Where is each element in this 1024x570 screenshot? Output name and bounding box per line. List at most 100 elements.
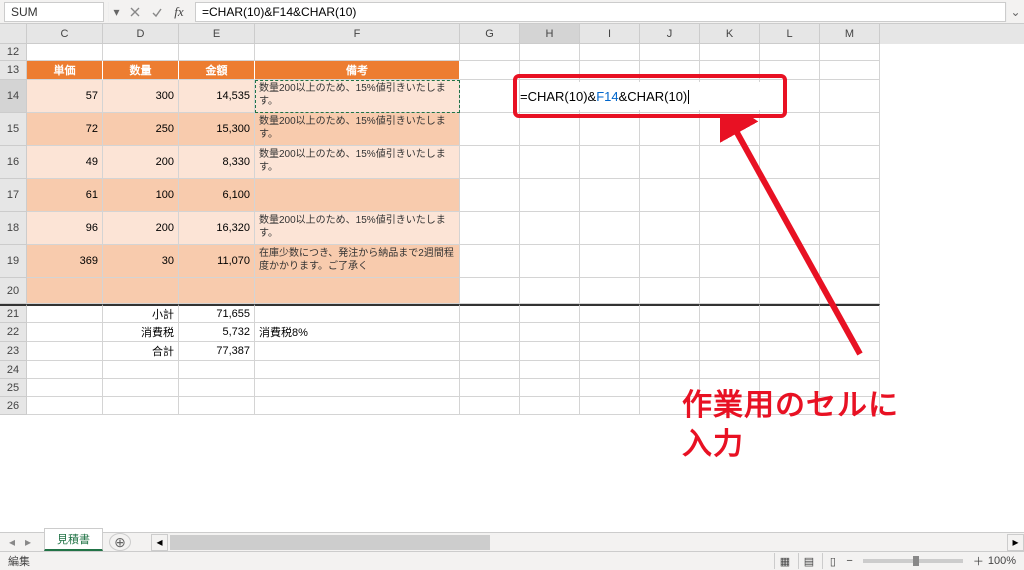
grand-value[interactable]: 77,387 (179, 342, 255, 361)
enter-icon[interactable] (147, 2, 167, 22)
cell[interactable] (820, 113, 880, 146)
zoom-in-button[interactable]: ＋ (973, 553, 984, 569)
tab-next-icon[interactable]: ▸ (20, 534, 36, 550)
cell[interactable] (460, 304, 520, 323)
cell[interactable]: 369 (27, 245, 103, 278)
cell[interactable] (640, 179, 700, 212)
cell[interactable] (255, 361, 460, 379)
row-header-23[interactable]: 23 (0, 342, 27, 361)
cell[interactable] (580, 342, 640, 361)
row-header-24[interactable]: 24 (0, 361, 27, 379)
cell[interactable] (820, 278, 880, 304)
cell[interactable] (760, 304, 820, 323)
cell[interactable] (700, 278, 760, 304)
cell[interactable]: 96 (27, 212, 103, 245)
cell[interactable] (27, 379, 103, 397)
select-all-corner[interactable] (0, 24, 27, 44)
cell[interactable] (700, 61, 760, 80)
cell[interactable] (700, 113, 760, 146)
cell[interactable] (460, 61, 520, 80)
cell[interactable] (700, 323, 760, 342)
col-header-J[interactable]: J (640, 24, 700, 44)
cell[interactable]: 16,320 (179, 212, 255, 245)
row-header-21[interactable]: 21 (0, 304, 27, 323)
cell[interactable]: 15,300 (179, 113, 255, 146)
cell[interactable]: 100 (103, 179, 179, 212)
cell[interactable]: 数量200以上のため、15%値引きいたします。 (255, 113, 460, 146)
cell[interactable] (580, 397, 640, 415)
cell[interactable] (640, 323, 700, 342)
cell[interactable] (255, 179, 460, 212)
cell[interactable] (760, 113, 820, 146)
col-header-L[interactable]: L (760, 24, 820, 44)
cell[interactable] (103, 44, 179, 61)
cell[interactable]: 200 (103, 146, 179, 179)
cell[interactable] (520, 323, 580, 342)
col-header-K[interactable]: K (700, 24, 760, 44)
cell[interactable] (820, 212, 880, 245)
cell[interactable] (460, 323, 520, 342)
cell[interactable] (520, 245, 580, 278)
cell[interactable] (255, 44, 460, 61)
cell[interactable] (580, 113, 640, 146)
cell[interactable] (255, 397, 460, 415)
col-header-I[interactable]: I (580, 24, 640, 44)
row-header-26[interactable]: 26 (0, 397, 27, 415)
tab-prev-icon[interactable]: ◂ (4, 534, 20, 550)
cell[interactable] (700, 342, 760, 361)
cell[interactable] (760, 323, 820, 342)
cell[interactable] (820, 342, 880, 361)
cell[interactable] (179, 397, 255, 415)
cell[interactable] (520, 342, 580, 361)
col-header-F[interactable]: F (255, 24, 460, 44)
table-header[interactable]: 金額 (179, 61, 255, 80)
col-header-D[interactable]: D (103, 24, 179, 44)
cell[interactable] (580, 278, 640, 304)
subtotal-label[interactable]: 小計 (103, 304, 179, 323)
cell[interactable]: 250 (103, 113, 179, 146)
cell[interactable] (580, 361, 640, 379)
new-sheet-button[interactable]: ⊕ (109, 533, 131, 551)
cell[interactable] (580, 179, 640, 212)
cell[interactable] (820, 44, 880, 61)
cell[interactable] (580, 245, 640, 278)
sheet-tab-active[interactable]: 見積書 (44, 528, 103, 551)
cell[interactable] (520, 146, 580, 179)
view-page-layout-icon[interactable]: ▤ (798, 553, 818, 569)
row-header-25[interactable]: 25 (0, 379, 27, 397)
cell[interactable] (580, 304, 640, 323)
cancel-icon[interactable] (125, 2, 145, 22)
cell[interactable] (520, 44, 580, 61)
cell[interactable] (640, 212, 700, 245)
cell[interactable] (820, 323, 880, 342)
cell[interactable] (820, 245, 880, 278)
cell[interactable] (27, 304, 103, 323)
scroll-right-icon[interactable]: ▸ (1007, 534, 1024, 551)
cell[interactable]: 6,100 (179, 179, 255, 212)
cell[interactable] (460, 212, 520, 245)
scroll-left-icon[interactable]: ◂ (151, 534, 168, 551)
tax-label[interactable]: 消費税 (103, 323, 179, 342)
cell[interactable] (255, 278, 460, 304)
cell[interactable] (103, 278, 179, 304)
cell[interactable] (640, 278, 700, 304)
cell[interactable] (700, 245, 760, 278)
cell[interactable] (760, 212, 820, 245)
cell[interactable] (103, 379, 179, 397)
zoom-slider[interactable] (863, 559, 963, 563)
row-header-12[interactable]: 12 (0, 44, 27, 61)
cell[interactable] (255, 342, 460, 361)
cell[interactable] (27, 323, 103, 342)
cell[interactable] (580, 323, 640, 342)
cell[interactable] (460, 146, 520, 179)
cell[interactable] (700, 44, 760, 61)
cell[interactable] (27, 342, 103, 361)
cell[interactable] (580, 146, 640, 179)
name-box-dropdown-icon[interactable]: ▾ (108, 2, 124, 22)
cell[interactable] (460, 245, 520, 278)
zoom-out-button[interactable]: − (846, 555, 852, 567)
cell[interactable] (580, 44, 640, 61)
cell[interactable]: 在庫少数につき、発注から納品まで2週間程度かかります。ご了承く (255, 245, 460, 278)
cell[interactable] (520, 179, 580, 212)
cell[interactable]: 61 (27, 179, 103, 212)
